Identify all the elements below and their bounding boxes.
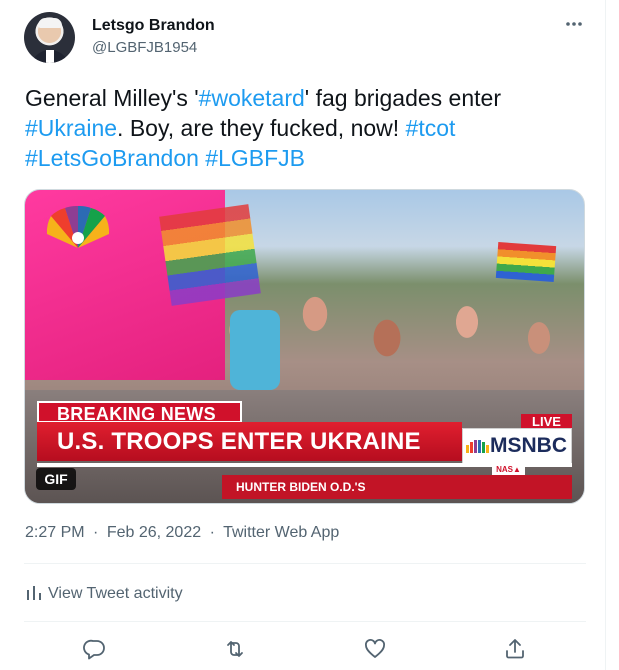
retweet-icon [227, 641, 243, 657]
hashtag-link[interactable]: #LGBFJB [205, 145, 305, 171]
tweet-date[interactable]: Feb 26, 2022 [107, 524, 201, 541]
reply-button[interactable] [78, 632, 112, 666]
tweet-time[interactable]: 2:27 PM [25, 524, 85, 541]
avatar-hair [38, 18, 62, 28]
bar-chart-icon [27, 586, 41, 600]
msnbc-logo: MSNBC [490, 434, 567, 457]
share-icon [506, 639, 524, 659]
display-name[interactable]: Letsgo Brandon [92, 17, 215, 35]
retweet-button[interactable] [218, 632, 252, 666]
meta-separator: · [209, 524, 215, 541]
like-button[interactable] [358, 632, 392, 666]
heart-icon [365, 639, 385, 658]
hashtag-link[interactable]: #tcot [406, 115, 456, 141]
share-button[interactable] [498, 632, 532, 666]
reply-icon [83, 639, 105, 660]
hashtag-link[interactable]: #Ukraine [25, 115, 117, 141]
view-activity-link[interactable]: View Tweet activity [24, 583, 183, 605]
tweet-text: General Milley's '#woketard' fag brigade… [25, 83, 585, 173]
tweet-meta: 2:27 PM · Feb 26, 2022 · Twitter Web App [25, 524, 339, 542]
more-horizontal-icon[interactable] [560, 14, 588, 38]
nbc-peacock-icon [46, 205, 110, 248]
ticker-bar: HUNTER BIDEN O.D.'S [222, 475, 572, 499]
headline-bar: U.S. TROOPS ENTER UKRAINE [37, 422, 462, 461]
hashtag-link[interactable]: #woketard [199, 85, 305, 111]
divider [24, 563, 586, 564]
tweet-card: Letsgo Brandon @LGBFJB1954 General Mille… [0, 0, 606, 670]
breaking-news-label: BREAKING NEWS [37, 401, 242, 424]
activity-label: View Tweet activity [48, 585, 183, 602]
avatar-shirt [46, 50, 54, 63]
action-bar [0, 632, 606, 666]
tweet-text-segment: ' fag brigades enter [304, 85, 501, 111]
tweet-source[interactable]: Twitter Web App [223, 524, 339, 541]
tweet-text-segment: General Milley's ' [25, 85, 199, 111]
user-handle[interactable]: @LGBFJB1954 [92, 39, 197, 56]
tweet-media[interactable]: BREAKING NEWS U.S. TROOPS ENTER UKRAINE … [24, 189, 585, 504]
meta-separator: · [93, 524, 99, 541]
media-dancer [230, 310, 280, 390]
divider [24, 621, 586, 622]
avatar[interactable] [24, 12, 75, 63]
hashtag-link[interactable]: #LetsGoBrandon [25, 145, 199, 171]
nas-badge: NAS▲ [492, 464, 525, 475]
tweet-text-segment: . Boy, are they fucked, now! [117, 115, 406, 141]
gif-badge: GIF [36, 468, 76, 490]
